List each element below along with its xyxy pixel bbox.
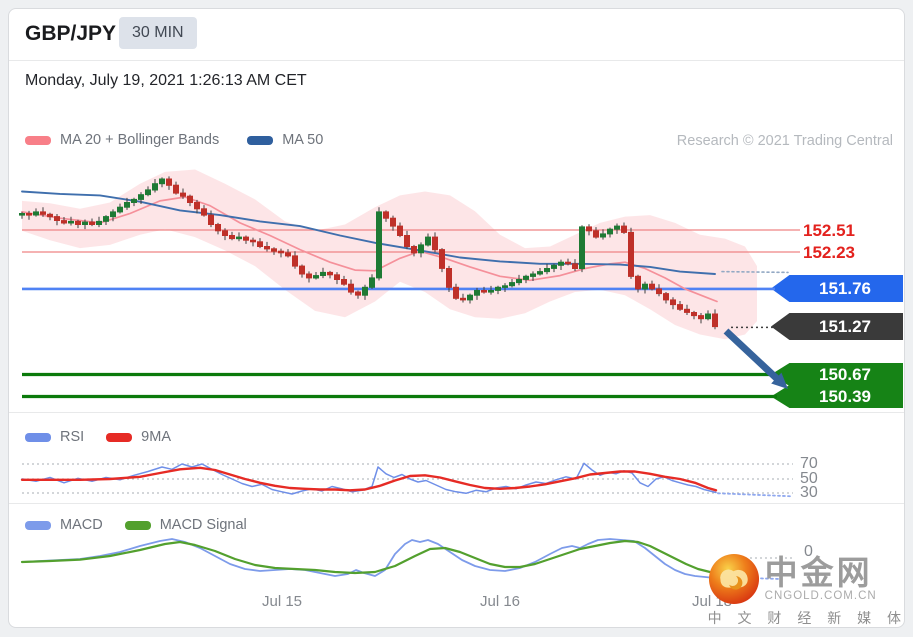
rsi-legend: RSI 9MA [25,429,171,445]
main-legend: MA 20 + Bollinger Bands MA 50 [25,132,323,148]
ma20-bollinger-legend-label: MA 20 + Bollinger Bands [60,132,220,148]
ma50-legend-label: MA 50 [282,132,324,148]
rsi-9ma-swatch-icon [106,432,133,442]
ma50-swatch-icon [247,135,274,145]
main-rsi-divider [9,412,904,413]
symbol-title: GBP/JPY [25,22,117,45]
rsi-legend-label: RSI [60,429,85,445]
macd-legend-label: MACD [60,517,103,533]
rsi-macd-divider [9,503,904,504]
cngold-cloud-icon [708,553,759,605]
last-price-tag: 151.27 [771,313,903,340]
macd-signal-swatch-icon [124,520,151,530]
timeframe-badge: 30 MIN [119,17,197,49]
target-price-tag-1: 150.67 [771,363,903,386]
rsi-swatch-icon [25,432,51,442]
cngold-domain: CNGOLD.COM.CN [764,590,877,602]
ma20-bollinger-swatch-icon [25,135,51,145]
cngold-tagline: 中 文 财 经 新 媒 体 [707,610,907,626]
research-credit: Research © 2021 Trading Central [676,133,893,149]
macd-signal-legend-label: MACD Signal [159,517,247,533]
resistance-level-label-1: 152.51 [803,221,855,240]
target-price-tag-2: 150.39 [771,385,903,408]
x-axis-label-jul15: Jul 15 [261,593,303,610]
rsi-scale-30: 30 [800,484,818,501]
chart-card [8,8,905,628]
macd-swatch-icon [25,520,51,530]
cngold-logo[interactable]: 中金网 CNGOLD.COM.CN 中 文 财 经 新 媒 体 [708,553,907,628]
cngold-name: 中金网 [764,554,873,591]
header-divider [9,60,904,61]
x-axis-label-jul16: Jul 16 [479,593,521,610]
macd-legend: MACD MACD Signal [25,517,247,533]
rsi-9ma-legend-label: 9MA [141,429,171,445]
resistance-level-label-2: 152.23 [803,243,855,262]
support-price-tag: 151.76 [771,275,903,302]
chart-datetime: Monday, July 19, 2021 1:26:13 AM CET [25,72,307,89]
